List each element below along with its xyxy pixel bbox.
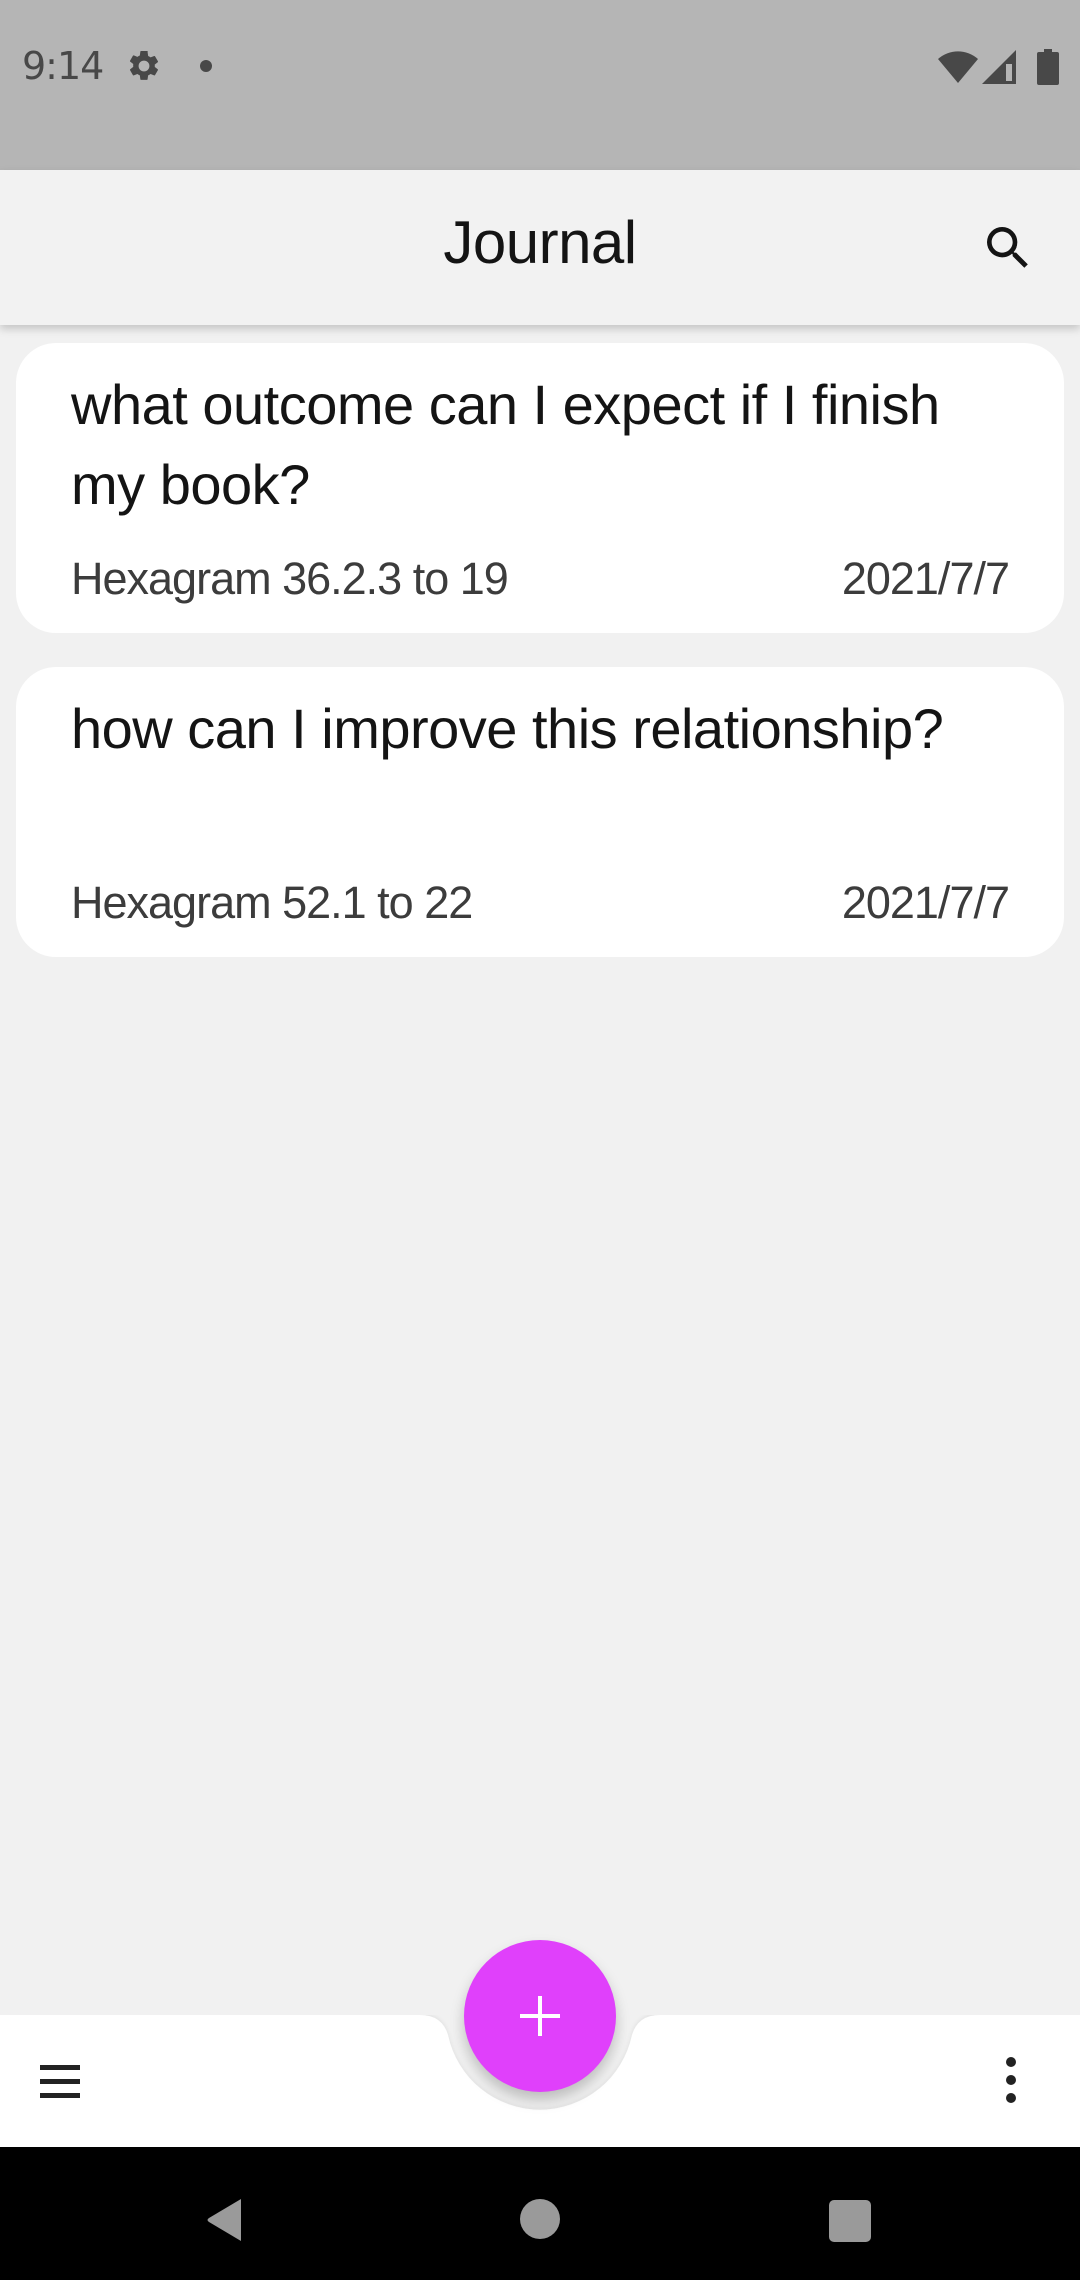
- search-button[interactable]: [980, 220, 1036, 276]
- wifi-icon: [938, 51, 978, 83]
- back-icon[interactable]: [205, 2197, 245, 2243]
- journal-list: what outcome can I expect if I finish my…: [16, 343, 1064, 991]
- search-icon: [987, 227, 1028, 268]
- entry-hexagram: Hexagram 52.1 to 22: [71, 877, 473, 928]
- entry-question: what outcome can I expect if I finish my…: [71, 373, 940, 516]
- entry-hexagram: Hexagram 36.2.3 to 19: [71, 553, 509, 604]
- recents-icon[interactable]: [829, 2200, 871, 2242]
- menu-button[interactable]: [30, 2061, 90, 2105]
- more-vert-icon: [1006, 2057, 1016, 2103]
- entry-date: 2021/7/7: [841, 877, 1010, 928]
- battery-icon: [1037, 49, 1059, 85]
- more-options-button[interactable]: [996, 2053, 1026, 2109]
- entry-question: how can I improve this relationship?: [71, 697, 944, 760]
- page-title: Journal: [443, 209, 637, 276]
- add-entry-fab[interactable]: [464, 1940, 616, 2092]
- system-navigation-bar: [0, 2147, 1080, 2280]
- status-bar: 9:14: [0, 0, 1080, 170]
- gear-icon: [129, 50, 159, 80]
- journal-entry-card[interactable]: what outcome can I expect if I finish my…: [16, 343, 1064, 633]
- menu-icon: [40, 2065, 80, 2098]
- home-icon[interactable]: [520, 2199, 560, 2239]
- journal-entry-card[interactable]: how can I improve this relationship? Hex…: [16, 667, 1064, 957]
- plus-icon: [520, 1996, 560, 2036]
- entry-date: 2021/7/7: [841, 553, 1010, 604]
- notification-dot-icon: [200, 60, 212, 72]
- status-time: 9:14: [22, 44, 104, 88]
- app-bar: Journal: [0, 170, 1080, 325]
- cellular-signal-icon: [982, 50, 1016, 84]
